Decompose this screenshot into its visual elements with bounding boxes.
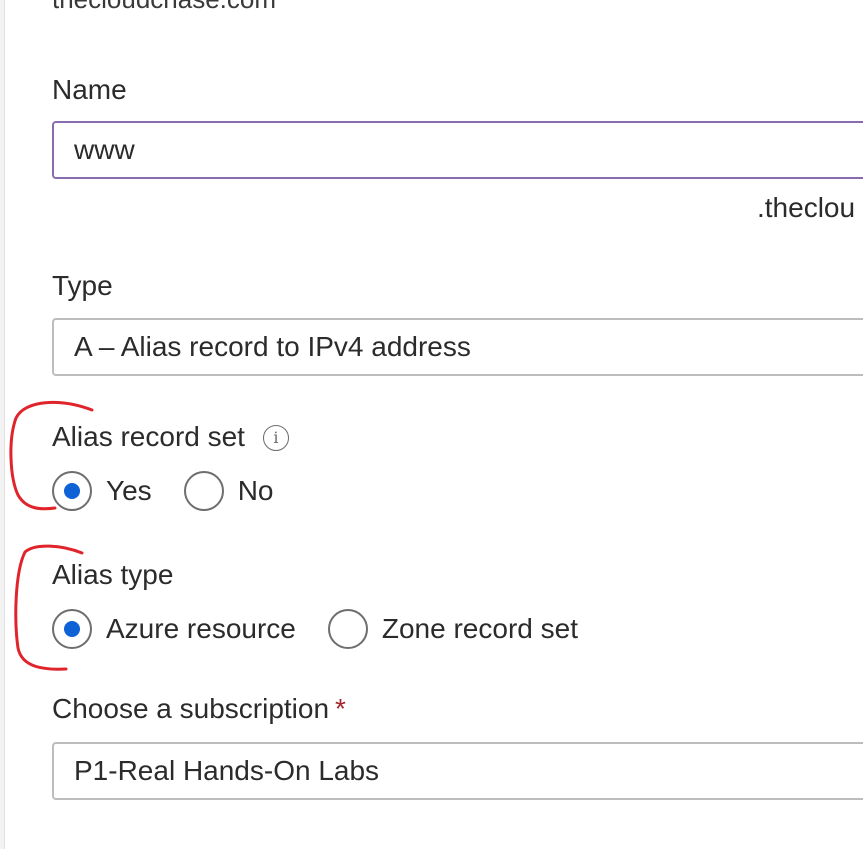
- alias-type-azure-resource-option[interactable]: Azure resource: [52, 609, 296, 649]
- alias-record-set-yes-label: Yes: [106, 475, 152, 506]
- type-label: Type: [52, 270, 113, 301]
- alias-record-set-yes-option[interactable]: Yes: [52, 471, 152, 511]
- zone-suffix: .theclou: [757, 192, 856, 223]
- type-dropdown[interactable]: A – Alias record to IPv4 address: [52, 318, 863, 376]
- alias-record-set-radio-group: Yes No: [52, 471, 305, 511]
- subscription-label: Choose a subscription *: [52, 693, 346, 725]
- alias-type-zone-record-set-label: Zone record set: [381, 613, 578, 644]
- name-input[interactable]: www: [52, 121, 863, 179]
- alias-record-set-label-text: Alias record set: [52, 421, 245, 452]
- subscription-dropdown-value: P1-Real Hands-On Labs: [74, 755, 380, 786]
- zone-name: thecloudchase.com: [52, 0, 276, 15]
- alias-type-label: Alias type: [52, 559, 174, 590]
- radio-selected-dot: [64, 483, 80, 499]
- alias-type-zone-record-set-option[interactable]: Zone record set: [327, 609, 578, 649]
- required-asterisk: *: [335, 693, 346, 724]
- alias-record-set-label: Alias record set i: [52, 421, 289, 453]
- alias-type-azure-resource-label: Azure resource: [106, 613, 296, 644]
- subscription-dropdown[interactable]: P1-Real Hands-On Labs: [52, 742, 863, 800]
- alias-record-set-yes-radio[interactable]: [52, 471, 92, 511]
- alias-record-set-no-option[interactable]: No: [183, 471, 274, 511]
- alias-record-set-no-label: No: [237, 475, 274, 506]
- type-dropdown-value: A – Alias record to IPv4 address: [74, 331, 471, 362]
- alias-type-radio-group: Azure resource Zone record set: [52, 609, 610, 649]
- radio-selected-dot: [64, 621, 80, 637]
- alias-record-set-no-radio[interactable]: [183, 471, 224, 511]
- subscription-label-text: Choose a subscription: [52, 693, 330, 724]
- info-icon[interactable]: i: [262, 424, 289, 451]
- name-label: Name: [52, 74, 127, 105]
- alias-type-azure-resource-radio[interactable]: [52, 609, 92, 649]
- alias-type-zone-record-set-radio[interactable]: [327, 609, 368, 649]
- name-input-value: www: [74, 134, 135, 165]
- panel-left-edge: [0, 0, 5, 849]
